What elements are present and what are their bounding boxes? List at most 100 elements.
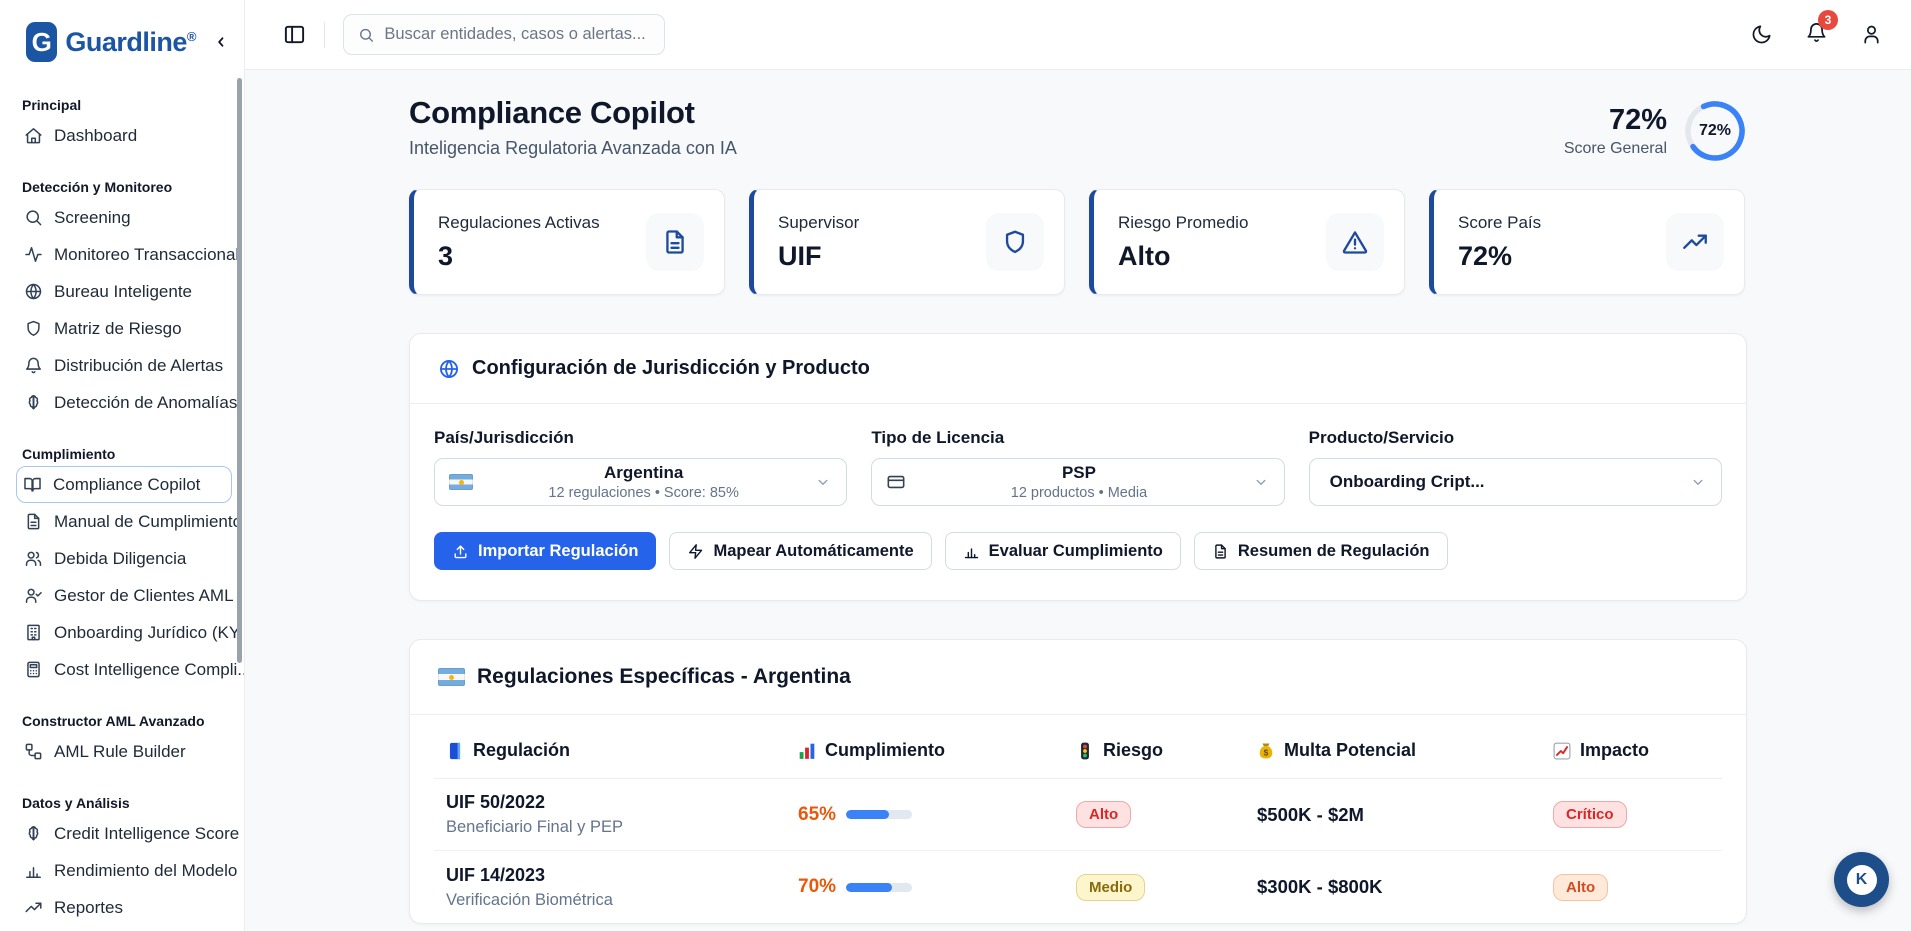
select-value: PSP <box>906 462 1251 483</box>
main-area: 3 Compliance Copilot Inteligencia Regula… <box>245 0 1911 931</box>
brain-icon <box>24 824 43 843</box>
compliance-percent: 70% <box>798 876 836 898</box>
sidebar-item-distribucion-de-alertas[interactable]: Distribución de Alertas <box>22 347 234 384</box>
importar-regulacion-button[interactable]: Importar Regulación <box>434 532 656 570</box>
assistant-fab-button[interactable]: K <box>1834 852 1889 907</box>
sidebar-item-deteccion-de-anomalias[interactable]: Detección de Anomalías <box>22 384 234 421</box>
stat-value: Alto <box>1118 241 1248 272</box>
compliance-percent: 65% <box>798 804 836 826</box>
nav-section-label: Principal <box>22 97 234 113</box>
chart-up-icon <box>1553 742 1571 760</box>
button-label: Mapear Automáticamente <box>713 542 913 561</box>
sidebar-item-aml-rule-builder[interactable]: AML Rule Builder <box>22 733 234 770</box>
stat-card-riesgo-promedio: Riesgo Promedio Alto <box>1089 189 1405 295</box>
sidebar-item-matriz-de-riesgo[interactable]: Matriz de Riesgo <box>22 310 234 347</box>
traffic-light-icon <box>1076 742 1094 760</box>
resumen-de-regulacion-button[interactable]: Resumen de Regulación <box>1194 532 1448 570</box>
sidebar-scrollbar[interactable] <box>237 78 242 663</box>
notifications-button[interactable]: 3 <box>1805 21 1828 49</box>
sidebar-item-screening[interactable]: Screening <box>22 199 234 236</box>
activity-icon <box>24 245 43 264</box>
nav-section-label: Cumplimiento <box>22 446 234 462</box>
file-text-icon <box>1212 543 1229 560</box>
sidebar-item-label: Bureau Inteligente <box>54 282 192 302</box>
sidebar-item-label: Cost Intelligence Compli... <box>54 660 245 680</box>
search-input[interactable] <box>384 25 650 44</box>
sidebar-item-rendimiento-del-modelo[interactable]: Rendimiento del Modelo <box>22 852 234 889</box>
sidebar-item-label: Compliance Copilot <box>53 475 200 495</box>
moon-icon[interactable] <box>1750 23 1773 46</box>
globe-icon <box>438 358 460 380</box>
field-producto-servicio: Producto/Servicio Onboarding Cript... <box>1309 428 1722 506</box>
user-icon[interactable] <box>1860 23 1883 46</box>
button-label: Evaluar Cumplimiento <box>989 542 1163 561</box>
sidebar-item-label: Monitoreo Transaccional <box>54 245 239 265</box>
regulations-section-header: Regulaciones Específicas - Argentina <box>410 640 1746 714</box>
sidebar-item-monitoreo-transaccional[interactable]: Monitoreo Transaccional <box>22 236 234 273</box>
score-value: 72% <box>1564 104 1667 137</box>
users-icon <box>24 549 43 568</box>
nav-section-label: Detección y Monitoreo <box>22 179 234 195</box>
sidebar-item-compliance-copilot[interactable]: Compliance Copilot <box>16 466 232 503</box>
column-header: Impacto <box>1580 740 1649 761</box>
sidebar-item-label: AML Rule Builder <box>54 742 186 762</box>
global-search[interactable] <box>343 14 665 55</box>
argentina-flag-icon <box>438 668 465 686</box>
sidebar-item-dashboard[interactable]: Dashboard <box>22 117 234 154</box>
sidebar-item-label: Debida Diligencia <box>54 549 186 569</box>
sidebar-item-label: Reportes <box>54 898 123 918</box>
evaluar-cumplimiento-button[interactable]: Evaluar Cumplimiento <box>945 532 1181 570</box>
sidebar-item-label: Onboarding Jurídico (KY... <box>54 623 245 643</box>
brand-header: G Guardline® <box>0 18 244 72</box>
sidebar-item-bureau-inteligente[interactable]: Bureau Inteligente <box>22 273 234 310</box>
sidebar-item-label: Dashboard <box>54 126 137 146</box>
license-select[interactable]: PSP 12 productos • Media <box>871 458 1284 506</box>
compliance-bar <box>846 883 912 892</box>
sidebar-item-debida-diligencia[interactable]: Debida Diligencia <box>22 540 234 577</box>
score-general: 72% Score General 72% <box>1564 99 1747 163</box>
argentina-flag-icon <box>449 474 473 490</box>
home-icon <box>24 126 43 145</box>
regulation-name: UIF 50/2022 <box>446 792 798 813</box>
chevron-down-icon <box>1689 473 1707 491</box>
mapear-automaticamente-button[interactable]: Mapear Automáticamente <box>669 532 931 570</box>
sidebar-item-gestor-de-clientes-aml[interactable]: Gestor de Clientes AML <box>22 577 234 614</box>
table-row[interactable]: UIF 14/2023 Verificación Biométrica 70% … <box>434 851 1722 923</box>
button-label: Resumen de Regulación <box>1238 542 1430 561</box>
regulation-description: Verificación Biométrica <box>446 891 798 910</box>
page-subtitle: Inteligencia Regulatoria Avanzada con IA <box>409 138 737 159</box>
compliance-cell: 70% <box>798 876 1076 898</box>
page-title: Compliance Copilot <box>409 95 737 131</box>
sidebar-item-label: Gestor de Clientes AML <box>54 586 234 606</box>
notification-badge: 3 <box>1818 10 1838 30</box>
stat-label: Score País <box>1458 213 1541 233</box>
stat-card-supervisor: Supervisor UIF <box>749 189 1065 295</box>
sidebar-item-credit-intelligence-score[interactable]: Credit Intelligence Score <box>22 815 234 852</box>
stat-label: Regulaciones Activas <box>438 213 600 233</box>
shield-icon <box>986 213 1044 271</box>
sidebar-item-label: Credit Intelligence Score <box>54 824 239 844</box>
panel-left-icon[interactable] <box>283 23 306 46</box>
select-detail: 12 regulaciones • Score: 85% <box>473 484 814 502</box>
select-value: Onboarding Cript... <box>1324 472 1689 492</box>
bar-chart-icon <box>963 543 980 560</box>
book-icon <box>446 742 464 760</box>
field-label: Tipo de Licencia <box>871 428 1284 448</box>
column-header: Multa Potencial <box>1284 740 1416 761</box>
table-row[interactable]: UIF 50/2022 Beneficiario Final y PEP 65%… <box>434 779 1722 851</box>
product-select[interactable]: Onboarding Cript... <box>1309 458 1722 506</box>
sidebar-collapse-button[interactable] <box>212 33 230 51</box>
bell-icon <box>24 356 43 375</box>
stat-value: UIF <box>778 241 859 272</box>
page-header: Compliance Copilot Inteligencia Regulato… <box>409 95 1747 163</box>
country-select[interactable]: Argentina 12 regulaciones • Score: 85% <box>434 458 847 506</box>
sidebar-item-manual-de-cumplimiento[interactable]: Manual de Cumplimiento <box>22 503 234 540</box>
sidebar-item-cost-intelligence[interactable]: Cost Intelligence Compli... <box>22 651 234 688</box>
column-header: Riesgo <box>1103 740 1163 761</box>
regulations-section-title: Regulaciones Específicas - Argentina <box>477 665 851 689</box>
regulations-table: Regulación Cumplimiento Riesgo Multa Pot… <box>410 715 1746 923</box>
sidebar-item-onboarding-juridico[interactable]: Onboarding Jurídico (KY... <box>22 614 234 651</box>
sidebar-item-reportes[interactable]: Reportes <box>22 889 234 926</box>
globe-icon <box>24 282 43 301</box>
assistant-fab-label: K <box>1847 865 1877 895</box>
